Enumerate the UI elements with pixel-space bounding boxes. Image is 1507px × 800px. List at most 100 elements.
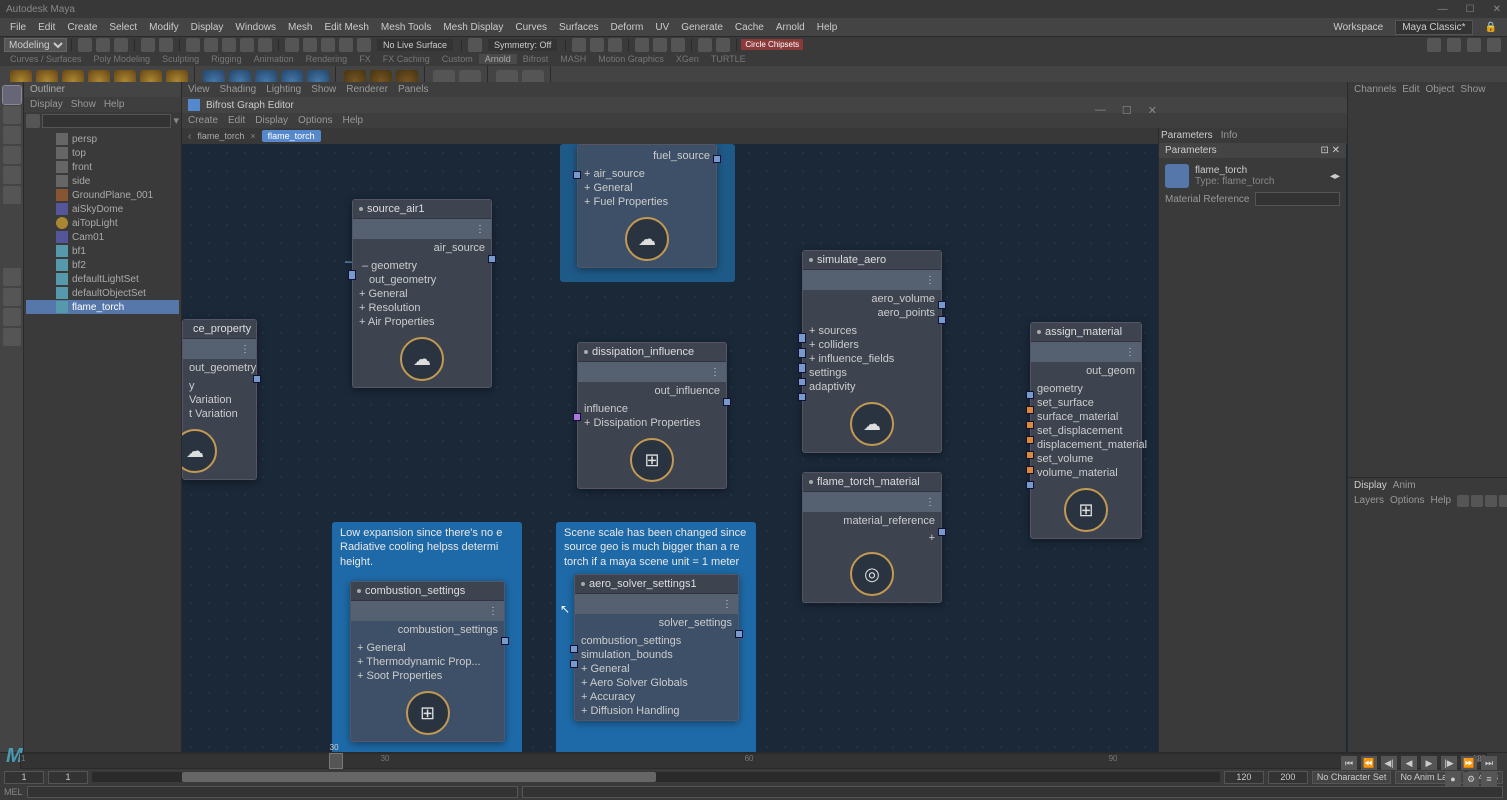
- panel-layout-icon[interactable]: [635, 38, 649, 52]
- node-output[interactable]: out_geometry: [189, 361, 250, 375]
- node-input[interactable]: set_displacement: [1037, 425, 1123, 437]
- layer-menu-layers[interactable]: Layers: [1354, 495, 1384, 507]
- shelf-tab[interactable]: XGen: [670, 54, 705, 64]
- sel-vertex-icon[interactable]: [186, 38, 200, 52]
- menu-deform[interactable]: Deform: [605, 22, 650, 33]
- outliner-dropdown-icon[interactable]: ▾: [173, 114, 179, 128]
- layer-btn-icon[interactable]: [1457, 495, 1469, 507]
- outliner-item[interactable]: aiTopLight: [26, 216, 179, 230]
- outliner-item[interactable]: defaultObjectSet: [26, 286, 179, 300]
- layer-tab-anim[interactable]: Anim: [1393, 480, 1416, 491]
- node-output[interactable]: aero_volume: [809, 292, 935, 306]
- vp-menu-shading[interactable]: Shading: [220, 84, 257, 95]
- layout-tool-icon[interactable]: [3, 308, 21, 326]
- outliner-tree[interactable]: persptopfrontsideGroundPlane_001aiSkyDom…: [24, 130, 181, 752]
- ch-menu-channels[interactable]: Channels: [1354, 84, 1396, 95]
- outliner-menu-help[interactable]: Help: [104, 99, 125, 110]
- snap-curve-icon[interactable]: [303, 38, 317, 52]
- layer-tab-display[interactable]: Display: [1354, 480, 1387, 491]
- menu-uv[interactable]: UV: [649, 22, 675, 33]
- ch-menu-object[interactable]: Object: [1426, 84, 1455, 95]
- node-flame-torch-material[interactable]: flame_torch_material ⋮ material_referenc…: [802, 472, 942, 603]
- node-input[interactable]: + General: [357, 642, 406, 654]
- rotate-tool-icon[interactable]: [3, 166, 21, 184]
- shelf-tab[interactable]: Poly Modeling: [88, 54, 157, 64]
- node-input[interactable]: + Dissipation Properties: [584, 417, 700, 429]
- loop-icon[interactable]: [716, 38, 730, 52]
- shelf-tab[interactable]: TURTLE: [705, 54, 752, 64]
- goto-end-icon[interactable]: ⏭: [1481, 756, 1497, 770]
- close-icon[interactable]: ✕: [1332, 145, 1340, 156]
- toggle-channelbox-icon[interactable]: [1427, 38, 1441, 52]
- bf-menu-edit[interactable]: Edit: [228, 115, 245, 126]
- node-source-air1[interactable]: source_air1 ⋮ air_source – geometry out_…: [352, 199, 492, 388]
- shelf-tab[interactable]: Rendering: [300, 54, 354, 64]
- redo-icon[interactable]: [159, 38, 173, 52]
- playback-icon[interactable]: [698, 38, 712, 52]
- close-tab-icon[interactable]: ×: [250, 131, 255, 141]
- live-surface-dropdown[interactable]: No Live Surface: [377, 39, 453, 51]
- snap-live-icon[interactable]: [357, 38, 371, 52]
- undo-icon[interactable]: [141, 38, 155, 52]
- menu-meshdisplay[interactable]: Mesh Display: [437, 22, 509, 33]
- render-settings-icon[interactable]: [608, 38, 622, 52]
- node-input[interactable]: set_surface: [1037, 397, 1094, 409]
- lock-icon[interactable]: 🔒: [1479, 22, 1503, 33]
- node-input[interactable]: geometry: [1037, 383, 1083, 395]
- node-output[interactable]: out_geom: [1037, 364, 1135, 378]
- bf-menu-options[interactable]: Options: [298, 115, 332, 126]
- back-icon[interactable]: ‹: [188, 131, 191, 142]
- node-input[interactable]: + Resolution: [359, 302, 420, 314]
- step-back-icon[interactable]: ◀|: [1381, 756, 1397, 770]
- node-input[interactable]: + General: [584, 182, 633, 194]
- vp-menu-lighting[interactable]: Lighting: [266, 84, 301, 95]
- menu-file[interactable]: File: [4, 22, 32, 33]
- node-input[interactable]: simulation_bounds: [581, 649, 673, 661]
- vp-menu-view[interactable]: View: [188, 84, 210, 95]
- layout-tool-icon[interactable]: [3, 328, 21, 346]
- shelf-tab-active[interactable]: Arnold: [479, 54, 517, 64]
- node-input[interactable]: settings: [809, 367, 847, 379]
- toggle-toolsettings-icon[interactable]: [1447, 38, 1461, 52]
- layer-btn-icon[interactable]: [1499, 495, 1507, 507]
- material-reference-input[interactable]: [1255, 192, 1340, 206]
- menu-select[interactable]: Select: [103, 22, 143, 33]
- outliner-item[interactable]: defaultLightSet: [26, 272, 179, 286]
- bf-menu-help[interactable]: Help: [343, 115, 364, 126]
- bf-menu-create[interactable]: Create: [188, 115, 218, 126]
- minimize-icon[interactable]: —: [1438, 4, 1448, 15]
- node-input[interactable]: + General: [359, 288, 408, 300]
- node-input[interactable]: out_geometry: [369, 274, 436, 286]
- param-tab-parameters[interactable]: Parameters: [1161, 130, 1213, 141]
- node-input[interactable]: + Aero Solver Globals: [581, 677, 688, 689]
- menu-help[interactable]: Help: [811, 22, 844, 33]
- paint-tool-icon[interactable]: [3, 126, 21, 144]
- shelf-tab[interactable]: Motion Graphics: [592, 54, 670, 64]
- outliner-search-input[interactable]: [42, 114, 171, 128]
- autokey-icon[interactable]: ●: [1445, 772, 1461, 786]
- menu-arnold[interactable]: Arnold: [770, 22, 811, 33]
- outliner-menu-display[interactable]: Display: [30, 99, 63, 110]
- layout-tool-icon[interactable]: [3, 288, 21, 306]
- snap-point-icon[interactable]: [321, 38, 335, 52]
- node-aero-solver-settings[interactable]: aero_solver_settings1 ⋮ solver_settings …: [574, 574, 739, 721]
- node-dissipation-influence[interactable]: dissipation_influence ⋮ out_influence in…: [577, 342, 727, 489]
- panel-layout-icon[interactable]: [671, 38, 685, 52]
- playhead[interactable]: 30: [329, 753, 343, 769]
- bf-breadcrumb-chip[interactable]: flame_torch: [262, 130, 321, 142]
- maximize-icon[interactable]: ☐: [1466, 4, 1475, 15]
- node-output[interactable]: fuel_source: [584, 149, 710, 163]
- node-input[interactable]: + sources: [809, 325, 857, 337]
- node-input[interactable]: adaptivity: [809, 381, 855, 393]
- shelf-tab[interactable]: FX Caching: [377, 54, 436, 64]
- select-tool-icon[interactable]: [3, 86, 21, 104]
- node-output[interactable]: material_reference: [809, 514, 935, 528]
- shelf-tab[interactable]: MASH: [554, 54, 592, 64]
- snap-plane-icon[interactable]: [339, 38, 353, 52]
- bf-minimize-icon[interactable]: —: [1095, 104, 1106, 117]
- sel-uv-icon[interactable]: [258, 38, 272, 52]
- shelf-tab[interactable]: FX: [353, 54, 377, 64]
- node-input[interactable]: set_volume: [1037, 453, 1093, 465]
- node-input[interactable]: y: [189, 379, 250, 393]
- menu-meshtools[interactable]: Mesh Tools: [375, 22, 437, 33]
